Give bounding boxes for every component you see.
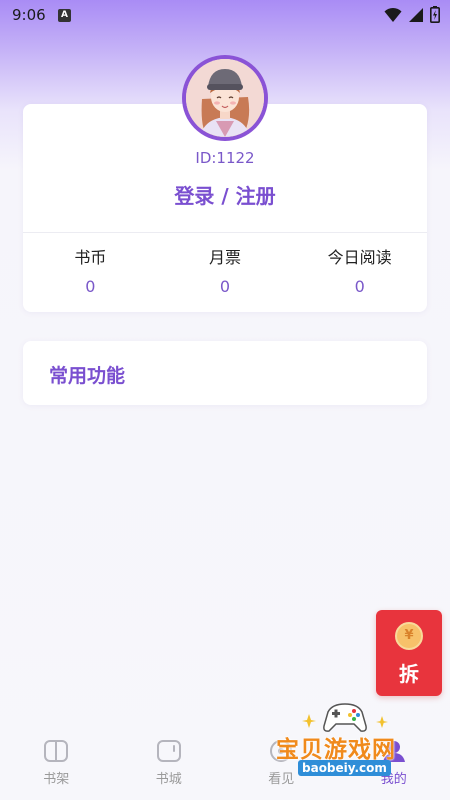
stat-value: 0 xyxy=(85,277,96,296)
spark-icon xyxy=(376,716,388,728)
stat-value: 0 xyxy=(219,277,231,296)
bookshelf-icon xyxy=(44,740,69,762)
stat-label: 书币 xyxy=(74,248,107,267)
battery-icon xyxy=(430,6,440,23)
red-envelope-label: 拆 xyxy=(399,662,419,686)
login-register-button[interactable]: 登录 / 注册 xyxy=(23,180,427,209)
nav-label: 书架 xyxy=(43,772,70,787)
watermark-text: 宝贝游戏网 xyxy=(276,737,396,763)
stat-label: 今日阅读 xyxy=(327,248,392,267)
status-time: 9:06 xyxy=(12,6,46,24)
nav-item-bookshelf[interactable]: 书架 xyxy=(0,730,113,800)
stat-coins[interactable]: 书币 0 xyxy=(23,244,158,304)
watermark: 宝贝游戏网 baobeiy.com xyxy=(262,700,432,782)
gamepad-icon xyxy=(323,703,367,732)
stat-today-reading[interactable]: 今日阅读 0 xyxy=(292,244,427,304)
common-functions-card: 常用功能 xyxy=(23,341,427,405)
avatar-image xyxy=(186,59,264,137)
status-bar: 9:06 A xyxy=(0,0,450,32)
profile-page: 9:06 A ID:1122 登录 / 注册 书币 0 月票 0 今日阅读 0 … xyxy=(0,0,450,800)
stat-label: 月票 xyxy=(209,248,242,267)
nav-label: 书城 xyxy=(155,772,182,787)
notification-icon: A xyxy=(58,9,71,22)
stat-value: 0 xyxy=(354,277,365,296)
wifi-icon xyxy=(384,7,402,22)
stats-row: 书币 0 月票 0 今日阅读 0 xyxy=(23,244,427,304)
user-id: ID:1122 xyxy=(195,149,255,167)
red-envelope-button[interactable]: ¥ 拆 xyxy=(376,610,442,696)
signal-icon xyxy=(409,7,423,22)
card-divider xyxy=(23,232,427,233)
stat-monthly-ticket[interactable]: 月票 0 xyxy=(158,244,293,304)
bookstore-icon xyxy=(156,740,181,762)
nav-item-bookstore[interactable]: 书城 xyxy=(113,730,226,800)
common-functions-title: 常用功能 xyxy=(49,365,126,387)
status-indicators xyxy=(384,6,440,23)
watermark-url: baobeiy.com xyxy=(298,760,391,776)
spark-icon xyxy=(302,714,316,728)
avatar[interactable] xyxy=(182,55,268,141)
coin-icon: ¥ xyxy=(395,622,423,650)
